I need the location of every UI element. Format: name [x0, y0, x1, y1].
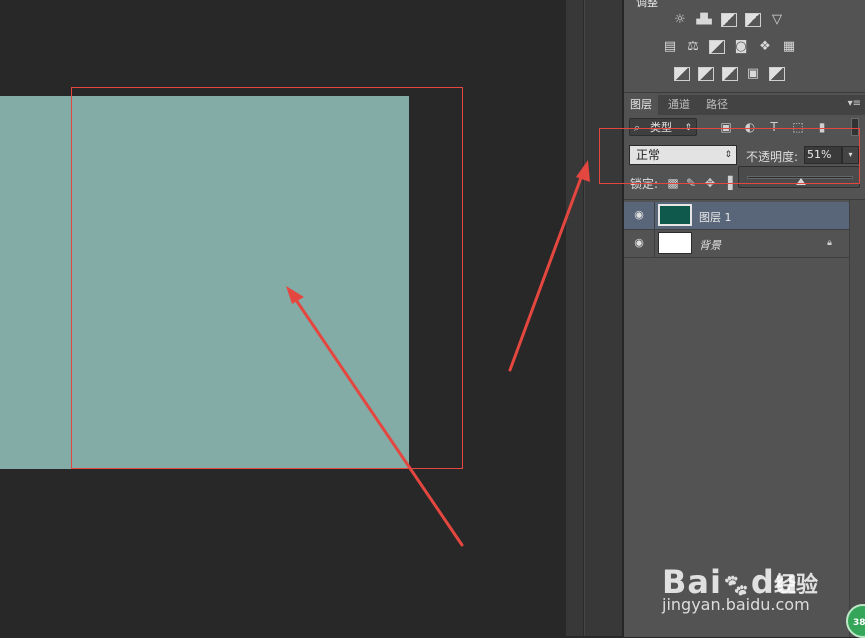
- baidu-jingyan-watermark: Bai🐾︎du 经验 jingyan.baidu.com: [662, 543, 862, 615]
- arrow-to-panel: [508, 160, 590, 372]
- watermark-url: jingyan.baidu.com: [662, 595, 810, 614]
- arrow-to-canvas: [286, 286, 464, 547]
- annotation-arrows: [286, 160, 590, 547]
- level-badge-number: 38: [853, 618, 865, 628]
